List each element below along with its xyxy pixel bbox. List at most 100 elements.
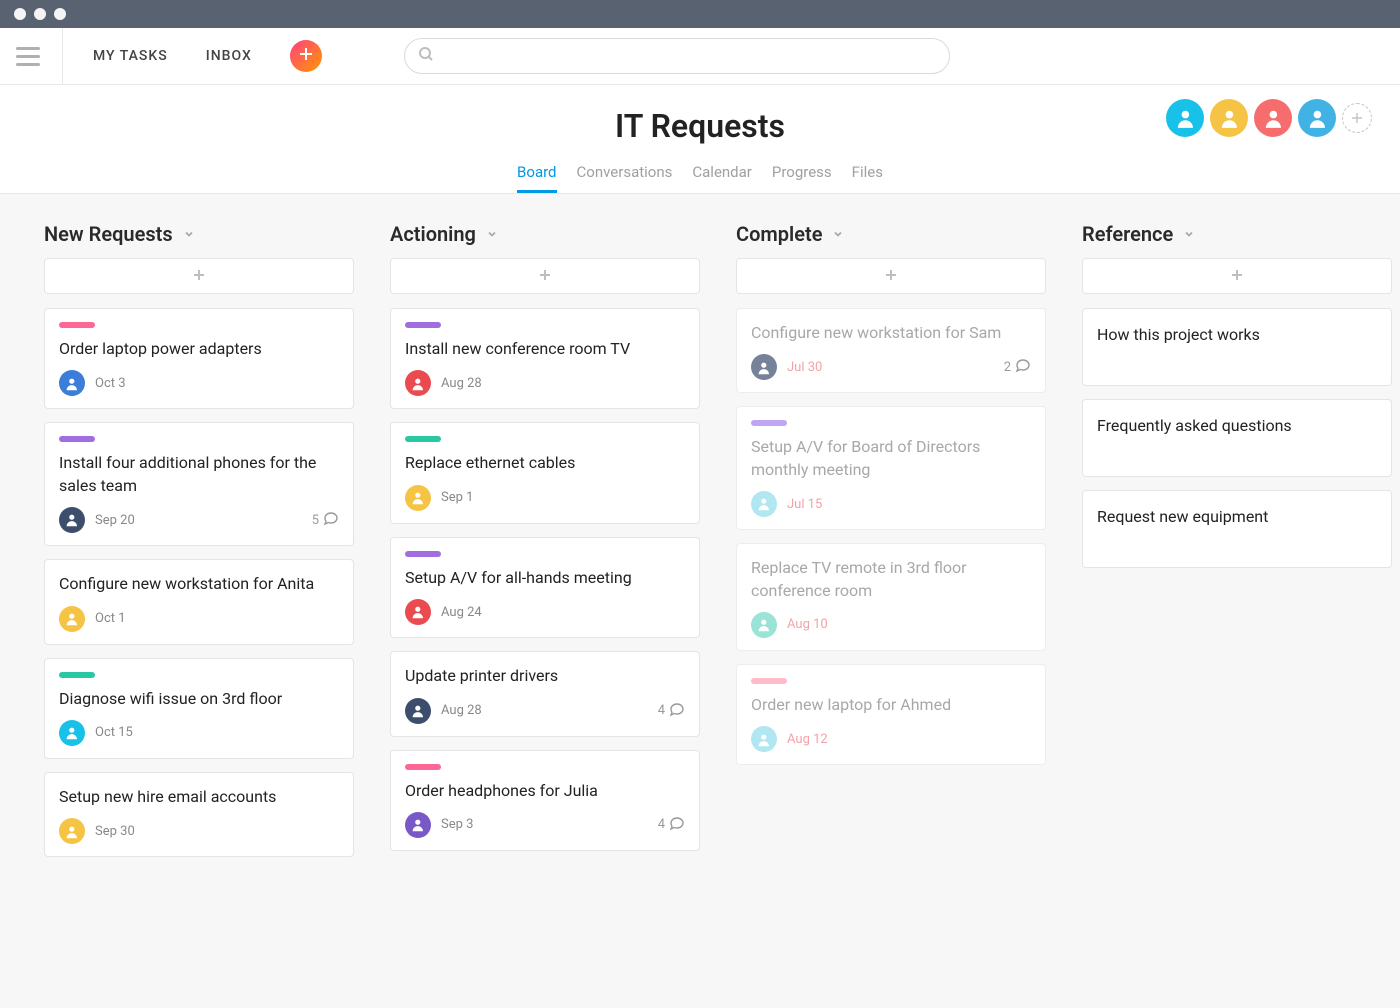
- tab-board[interactable]: Board: [517, 163, 556, 193]
- assignee-avatar[interactable]: [751, 491, 777, 517]
- plus-icon: [298, 46, 314, 66]
- chevron-down-icon: [183, 225, 195, 244]
- task-card[interactable]: How this project works: [1082, 308, 1392, 386]
- collaborator-avatar[interactable]: [1210, 99, 1248, 137]
- task-card[interactable]: Install new conference room TV Aug 28: [390, 308, 700, 409]
- task-card[interactable]: Order headphones for Julia Sep 3 4: [390, 750, 700, 851]
- window-dot: [54, 8, 66, 20]
- assignee-avatar[interactable]: [751, 726, 777, 752]
- add-member-button[interactable]: [1342, 103, 1372, 133]
- menu-button[interactable]: [16, 42, 44, 70]
- board: New Requests Order laptop power adaptersO…: [0, 194, 1400, 1008]
- task-title: Frequently asked questions: [1097, 416, 1292, 435]
- task-card[interactable]: Install four additional phones for the s…: [44, 422, 354, 546]
- due-date: Oct 1: [95, 611, 126, 626]
- chevron-down-icon: [1183, 225, 1195, 244]
- plus-icon: [192, 267, 206, 286]
- assignee-avatar[interactable]: [59, 507, 85, 533]
- task-card[interactable]: Order laptop power adaptersOct 3: [44, 308, 354, 409]
- comment-indicator[interactable]: 4: [658, 701, 685, 721]
- column-header[interactable]: Reference: [1082, 222, 1392, 246]
- comment-icon: [1015, 357, 1031, 377]
- due-date: Aug 28: [441, 703, 482, 718]
- assignee-avatar[interactable]: [59, 818, 85, 844]
- card-footer: Jul 15: [751, 491, 1031, 517]
- collaborator-avatar[interactable]: [1298, 99, 1336, 137]
- assignee-avatar[interactable]: [405, 698, 431, 724]
- task-card[interactable]: Setup A/V for all-hands meetingAug 24: [390, 537, 700, 638]
- task-card[interactable]: Update printer driversAug 284: [390, 651, 700, 736]
- card-footer: Sep 3 4: [405, 812, 685, 838]
- tab-files[interactable]: Files: [852, 163, 883, 193]
- task-title: Install new conference room TV: [405, 338, 685, 360]
- tab-conversations[interactable]: Conversations: [577, 163, 673, 193]
- task-card[interactable]: Setup A/V for Board of Directors monthly…: [736, 406, 1046, 530]
- assignee-avatar[interactable]: [751, 612, 777, 638]
- task-card[interactable]: Replace ethernet cablesSep 1: [390, 422, 700, 523]
- separator: [62, 28, 63, 85]
- comment-count: 4: [658, 703, 665, 718]
- create-button[interactable]: [290, 40, 322, 72]
- column-header[interactable]: Actioning: [390, 222, 700, 246]
- card-footer: Aug 12: [751, 726, 1031, 752]
- assignee-avatar[interactable]: [59, 720, 85, 746]
- due-date: Jul 15: [787, 497, 822, 512]
- task-card[interactable]: Configure new workstation for AnitaOct 1: [44, 559, 354, 644]
- task-card[interactable]: Replace TV remote in 3rd floor conferenc…: [736, 543, 1046, 651]
- due-date: Jul 30: [787, 360, 822, 375]
- column-title: Complete: [736, 222, 822, 246]
- add-card-button[interactable]: [390, 258, 700, 294]
- tab-calendar[interactable]: Calendar: [692, 163, 752, 193]
- comment-indicator[interactable]: 2: [1004, 357, 1031, 377]
- card-footer: Aug 28: [405, 370, 685, 396]
- card-footer: Jul 30 2: [751, 354, 1031, 380]
- window-dot: [14, 8, 26, 20]
- column: Actioning Install new conference room TV A…: [390, 222, 700, 988]
- collaborator-avatar[interactable]: [1166, 99, 1204, 137]
- search-icon: [418, 46, 434, 66]
- comment-count: 2: [1004, 360, 1011, 375]
- due-date: Sep 3: [441, 817, 473, 832]
- task-card[interactable]: Order new laptop for AhmedAug 12: [736, 664, 1046, 765]
- tag-badge: [405, 764, 441, 770]
- window-chrome: [0, 0, 1400, 28]
- column-header[interactable]: New Requests: [44, 222, 354, 246]
- my-tasks-link[interactable]: MY TASKS: [93, 48, 168, 64]
- project-header: IT Requests BoardConversationsCalendarPr…: [0, 85, 1400, 194]
- add-card-button[interactable]: [44, 258, 354, 294]
- plus-icon: [538, 267, 552, 286]
- assignee-avatar[interactable]: [405, 485, 431, 511]
- search-wrapper: [404, 38, 950, 74]
- column-title: Actioning: [390, 222, 476, 246]
- assignee-avatar[interactable]: [59, 370, 85, 396]
- tag-badge: [59, 322, 95, 328]
- column-header[interactable]: Complete: [736, 222, 1046, 246]
- chevron-down-icon: [486, 225, 498, 244]
- add-card-button[interactable]: [1082, 258, 1392, 294]
- assignee-avatar[interactable]: [751, 354, 777, 380]
- add-card-button[interactable]: [736, 258, 1046, 294]
- window-dot: [34, 8, 46, 20]
- task-title: Order headphones for Julia: [405, 780, 685, 802]
- assignee-avatar[interactable]: [59, 606, 85, 632]
- assignee-avatar[interactable]: [405, 812, 431, 838]
- collaborator-avatar[interactable]: [1254, 99, 1292, 137]
- task-card[interactable]: Configure new workstation for SamJul 302: [736, 308, 1046, 393]
- card-footer: Aug 10: [751, 612, 1031, 638]
- assignee-avatar[interactable]: [405, 370, 431, 396]
- task-title: How this project works: [1097, 325, 1260, 344]
- assignee-avatar[interactable]: [405, 599, 431, 625]
- comment-count: 4: [658, 817, 665, 832]
- task-card[interactable]: Request new equipment: [1082, 490, 1392, 568]
- task-card[interactable]: Frequently asked questions: [1082, 399, 1392, 477]
- column: Reference How this project works Frequentl…: [1082, 222, 1392, 988]
- tab-progress[interactable]: Progress: [772, 163, 832, 193]
- comment-indicator[interactable]: 5: [312, 510, 339, 530]
- inbox-link[interactable]: INBOX: [206, 48, 252, 64]
- column: CompleteConfigure new workstation for Sa…: [736, 222, 1046, 988]
- task-card[interactable]: Setup new hire email accountsSep 30: [44, 772, 354, 857]
- card-footer: Oct 1: [59, 606, 339, 632]
- comment-indicator[interactable]: 4: [658, 815, 685, 835]
- task-card[interactable]: Diagnose wifi issue on 3rd floorOct 15: [44, 658, 354, 759]
- search-input[interactable]: [404, 38, 950, 74]
